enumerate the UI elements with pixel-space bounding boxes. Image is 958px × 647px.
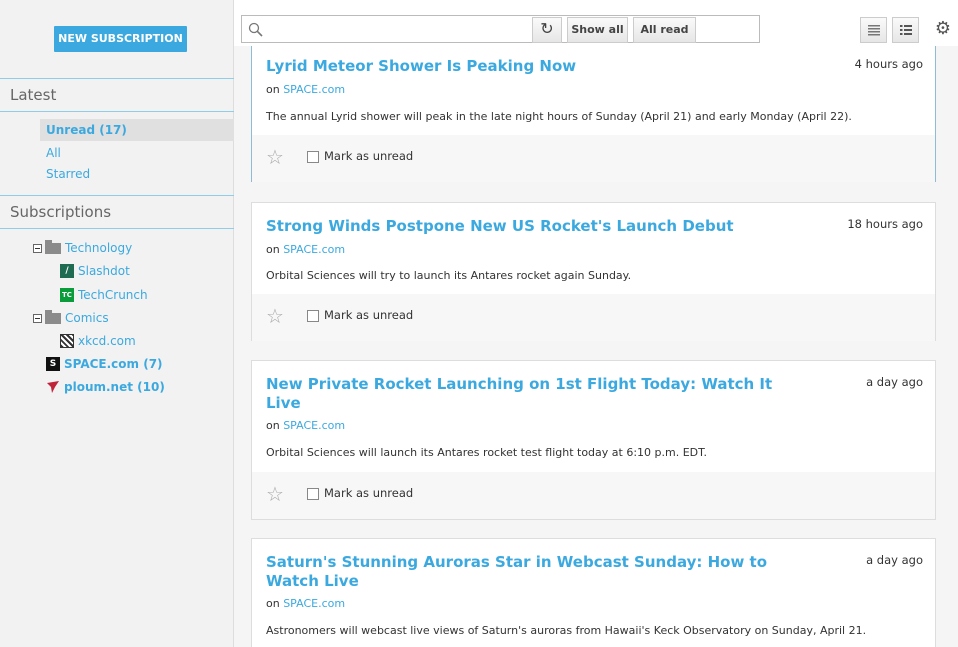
article-time: a day ago bbox=[866, 553, 923, 567]
subscriptions-heading: Subscriptions bbox=[0, 195, 234, 229]
article-description: The annual Lyrid shower will peak in the… bbox=[266, 110, 852, 123]
article-footer: ☆ Mark as unread bbox=[252, 294, 935, 341]
article-description: Astronomers will webcast live views of S… bbox=[266, 624, 867, 637]
star-icon[interactable]: ☆ bbox=[266, 306, 284, 326]
latest-item-unread[interactable]: Unread (17) bbox=[40, 119, 234, 141]
folder-comics[interactable]: Comics bbox=[33, 308, 109, 328]
article-source-link[interactable]: SPACE.com bbox=[283, 83, 345, 96]
article-list: Lyrid Meteor Shower Is Peaking Now 4 hou… bbox=[234, 46, 958, 647]
gear-icon: ⚙ bbox=[934, 18, 952, 39]
article-card: Strong Winds Postpone New US Rocket's La… bbox=[251, 202, 936, 341]
list-view-icon bbox=[867, 25, 880, 36]
reader-app: NEW SUBSCRIPTION Latest Unread (17) All … bbox=[0, 0, 958, 647]
article-footer: ☆ Mark as unread bbox=[252, 472, 935, 519]
folder-technology-label: Technology bbox=[65, 241, 133, 255]
article-source-line: on SPACE.com bbox=[266, 83, 345, 96]
folder-icon bbox=[45, 309, 61, 324]
feed-space-label: SPACE.com (7) bbox=[64, 357, 163, 371]
feed-slashdot-label: Slashdot bbox=[78, 264, 130, 278]
show-all-button[interactable]: Show all bbox=[567, 17, 628, 43]
star-icon[interactable]: ☆ bbox=[266, 147, 284, 167]
article-description: Orbital Sciences will launch its Antares… bbox=[266, 446, 708, 459]
article-title[interactable]: Saturn's Stunning Auroras Star in Webcas… bbox=[266, 553, 806, 591]
feed-slashdot[interactable]: / Slashdot bbox=[60, 261, 130, 281]
article-on-label: on bbox=[266, 419, 280, 432]
article-source-link[interactable]: SPACE.com bbox=[283, 597, 345, 610]
feed-xkcd-label: xkcd.com bbox=[78, 334, 136, 348]
latest-item-starred[interactable]: Starred bbox=[40, 163, 234, 185]
article-card: Saturn's Stunning Auroras Star in Webcas… bbox=[251, 538, 936, 647]
article-on-label: on bbox=[266, 243, 280, 256]
xkcd-favicon-icon bbox=[60, 334, 74, 348]
star-icon[interactable]: ☆ bbox=[266, 484, 284, 504]
mark-unread-label[interactable]: Mark as unread bbox=[324, 486, 413, 500]
article-source-line: on SPACE.com bbox=[266, 243, 345, 256]
mark-unread-checkbox[interactable] bbox=[307, 488, 319, 500]
expanded-view-button[interactable] bbox=[892, 17, 919, 43]
feed-space[interactable]: S SPACE.com (7) bbox=[46, 354, 163, 374]
slashdot-favicon-icon: / bbox=[60, 264, 74, 278]
feed-techcrunch-label: TechCrunch bbox=[78, 288, 148, 302]
article-source-line: on SPACE.com bbox=[266, 419, 345, 432]
article-footer: ☆ Mark as unread bbox=[252, 135, 935, 182]
article-time: a day ago bbox=[866, 375, 923, 389]
folder-icon bbox=[45, 239, 61, 254]
mark-unread-label[interactable]: Mark as unread bbox=[324, 149, 413, 163]
techcrunch-favicon-icon: TC bbox=[60, 288, 74, 302]
folder-technology[interactable]: Technology bbox=[33, 238, 132, 258]
latest-item-all[interactable]: All bbox=[40, 142, 234, 164]
space-favicon-icon: S bbox=[46, 357, 60, 371]
article-title[interactable]: New Private Rocket Launching on 1st Flig… bbox=[266, 375, 806, 413]
refresh-icon: ↻ bbox=[540, 19, 554, 38]
search-icon bbox=[248, 22, 263, 37]
feed-ploum[interactable]: ploum.net (10) bbox=[46, 377, 165, 397]
article-source-link[interactable]: SPACE.com bbox=[283, 419, 345, 432]
collapse-toggle-icon[interactable] bbox=[33, 243, 42, 253]
mark-unread-checkbox[interactable] bbox=[307, 310, 319, 322]
feed-ploum-label: ploum.net (10) bbox=[64, 380, 165, 394]
ploum-favicon-icon bbox=[46, 380, 60, 394]
article-on-label: on bbox=[266, 83, 280, 96]
article-card: Lyrid Meteor Shower Is Peaking Now 4 hou… bbox=[251, 46, 936, 182]
list-view-button[interactable] bbox=[860, 17, 887, 43]
article-title[interactable]: Lyrid Meteor Shower Is Peaking Now bbox=[266, 57, 806, 76]
mark-unread-checkbox[interactable] bbox=[307, 151, 319, 163]
folder-comics-label: Comics bbox=[65, 311, 109, 325]
toolbar: ↻ Show all All read ⚙ bbox=[234, 0, 958, 46]
all-read-button[interactable]: All read bbox=[633, 17, 696, 43]
latest-heading: Latest bbox=[0, 78, 234, 112]
article-card: New Private Rocket Launching on 1st Flig… bbox=[251, 360, 936, 520]
expanded-view-icon bbox=[899, 25, 912, 35]
article-on-label: on bbox=[266, 597, 280, 610]
article-title[interactable]: Strong Winds Postpone New US Rocket's La… bbox=[266, 217, 806, 236]
feed-xkcd[interactable]: xkcd.com bbox=[60, 331, 136, 351]
article-source-line: on SPACE.com bbox=[266, 597, 345, 610]
new-subscription-button[interactable]: NEW SUBSCRIPTION bbox=[54, 26, 187, 52]
scrollbar[interactable] bbox=[952, 46, 958, 647]
refresh-button[interactable]: ↻ bbox=[532, 17, 562, 43]
settings-button[interactable]: ⚙ bbox=[928, 17, 958, 43]
feed-techcrunch[interactable]: TC TechCrunch bbox=[60, 285, 148, 305]
article-source-link[interactable]: SPACE.com bbox=[283, 243, 345, 256]
sidebar: NEW SUBSCRIPTION Latest Unread (17) All … bbox=[0, 0, 234, 647]
mark-unread-label[interactable]: Mark as unread bbox=[324, 308, 413, 322]
article-description: Orbital Sciences will try to launch its … bbox=[266, 269, 632, 282]
collapse-toggle-icon[interactable] bbox=[33, 313, 42, 323]
article-time: 4 hours ago bbox=[854, 57, 923, 71]
article-time: 18 hours ago bbox=[847, 217, 923, 231]
